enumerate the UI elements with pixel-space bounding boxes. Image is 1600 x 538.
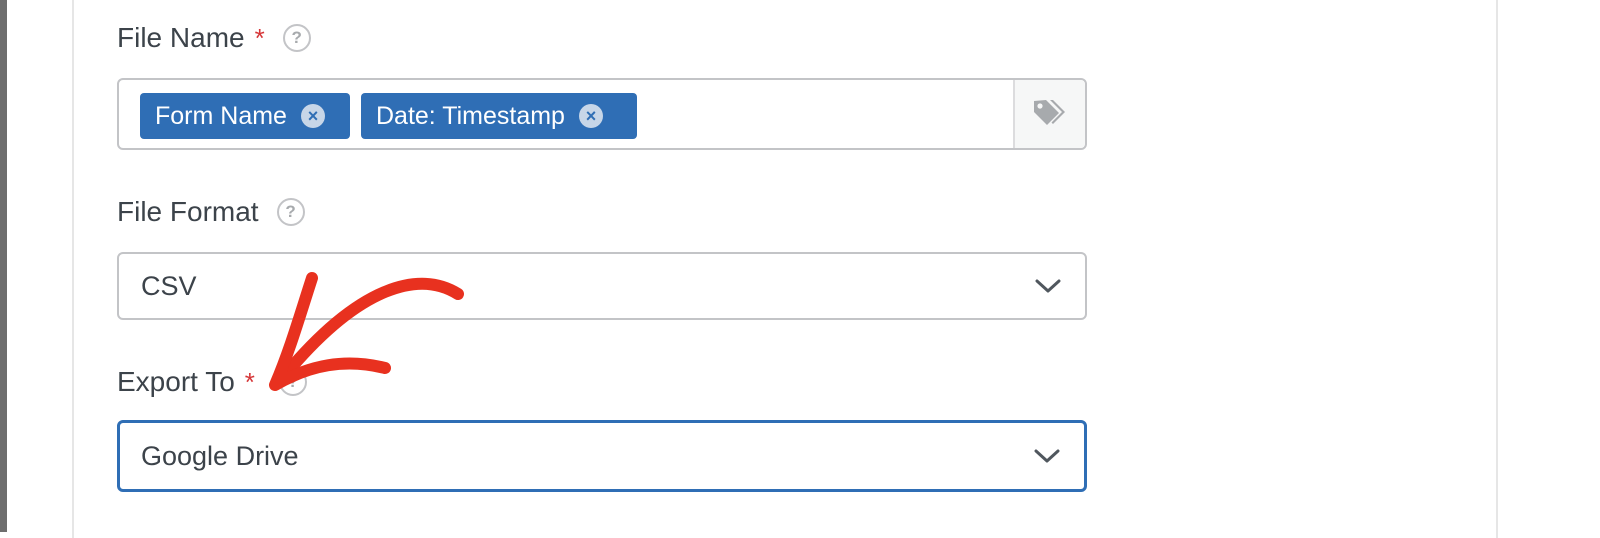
close-circle-icon[interactable]: × <box>578 104 603 128</box>
question-circle-icon[interactable]: ? <box>282 24 311 52</box>
chevron-down-icon <box>1035 279 1061 293</box>
tag-label: Date: Timestamp <box>376 101 565 130</box>
file-format-label-text: File Format <box>117 196 259 227</box>
chevron-down-icon <box>1034 449 1060 463</box>
tag-form-name: Form Name × <box>140 93 350 139</box>
file-format-label: File Format ? <box>117 198 305 226</box>
file-format-select[interactable]: CSV <box>117 252 1087 320</box>
tag-label: Form Name <box>155 101 287 130</box>
export-to-label-text: Export To <box>117 366 235 397</box>
required-indicator: * <box>244 367 255 397</box>
smart-tags-button[interactable] <box>1013 80 1085 148</box>
export-to-select[interactable]: Google Drive <box>117 420 1087 492</box>
file-name-label: File Name * ? <box>117 24 311 52</box>
question-circle-icon[interactable]: ? <box>278 368 307 396</box>
export-to-label: Export To * ? <box>117 368 307 396</box>
required-indicator: * <box>254 23 265 53</box>
question-circle-icon[interactable]: ? <box>276 198 305 226</box>
tag-icon <box>1034 100 1065 125</box>
tag-date-timestamp: Date: Timestamp × <box>361 93 637 139</box>
file-name-label-text: File Name <box>117 22 245 53</box>
export-to-value: Google Drive <box>141 440 299 471</box>
close-circle-icon[interactable]: × <box>300 104 325 128</box>
window-edge <box>0 0 7 532</box>
file-name-field[interactable]: Form Name × Date: Timestamp × <box>117 78 1087 150</box>
file-format-value: CSV <box>141 270 197 301</box>
